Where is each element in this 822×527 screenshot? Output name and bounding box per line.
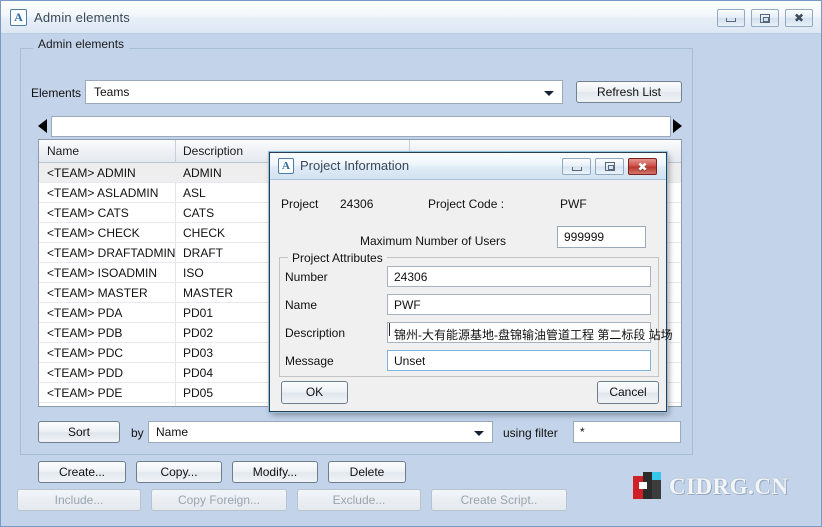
modify-button[interactable]: Modify... xyxy=(232,461,318,483)
cell-name: <TEAM> CHECK xyxy=(47,226,140,240)
sort-field-value: Name xyxy=(156,425,189,439)
sort-field-dropdown[interactable]: Name xyxy=(148,421,493,443)
cidrg-logo: CIDRG.CN xyxy=(633,470,788,502)
cidrg-logo-icon xyxy=(633,472,661,499)
project-information-dialog: A Project Information ✖ Project 24306 Pr… xyxy=(269,152,673,412)
cell-description: ISO xyxy=(183,266,204,280)
filter-input-value: * xyxy=(580,425,585,439)
column-divider[interactable] xyxy=(175,140,176,163)
max-users-input[interactable]: 999999 xyxy=(557,226,646,248)
dialog-titlebar: A Project Information ✖ xyxy=(270,153,666,180)
max-users-label: Maximum Number of Users xyxy=(360,234,507,248)
cell-description: PD03 xyxy=(183,346,214,360)
admin-elements-group-label: Admin elements xyxy=(33,37,130,51)
attribute-input-number[interactable]: 24306 xyxy=(387,266,651,287)
dialog-close-button[interactable]: ✖ xyxy=(628,158,657,175)
cell-name: <TEAM> PDB xyxy=(47,326,123,340)
dialog-maximize-button[interactable] xyxy=(595,158,624,175)
attribute-label-number: Number xyxy=(285,270,328,284)
elements-dropdown-value: Teams xyxy=(94,85,130,99)
cell-name: <TEAM> DRAFTADMIN xyxy=(47,246,176,260)
window-title: Admin elements xyxy=(34,10,131,25)
cell-description: CHECK xyxy=(183,226,226,240)
refresh-list-button[interactable]: Refresh List xyxy=(576,81,682,103)
cell-description: CATS xyxy=(183,206,215,220)
cell-name: <TEAM> MASTER xyxy=(47,286,148,300)
cell-description: PD01 xyxy=(183,306,214,320)
text-caret xyxy=(389,323,390,336)
elements-label: Elements xyxy=(31,86,82,100)
create-script-button: Create Script.. xyxy=(431,489,567,511)
cancel-button[interactable]: Cancel xyxy=(597,381,659,404)
cell-name: <TEAM> ADMIN xyxy=(47,166,136,180)
maximize-icon xyxy=(604,162,615,171)
close-button[interactable]: ✖ xyxy=(785,9,813,27)
attribute-value-name: PWF xyxy=(394,298,421,312)
maximize-icon xyxy=(760,13,770,23)
exclude-button: Exclude... xyxy=(297,489,421,511)
cell-description: ASL xyxy=(183,186,206,200)
cell-description: PD05 xyxy=(183,386,214,400)
project-attributes-group-label: Project Attributes xyxy=(288,251,387,265)
cell-description: PD04 xyxy=(183,366,214,380)
column-header-description[interactable]: Description xyxy=(183,144,243,158)
dialog-minimize-button[interactable] xyxy=(562,158,591,175)
chevron-down-icon xyxy=(544,91,554,96)
cell-name: <TEAM> PDC xyxy=(47,346,124,360)
cell-name: <TEAM> PDD xyxy=(47,366,124,380)
close-icon: ✖ xyxy=(793,11,805,25)
project-code-label: Project Code : xyxy=(428,197,505,211)
delete-button[interactable]: Delete xyxy=(328,461,406,483)
attribute-input-name[interactable]: PWF xyxy=(387,294,651,315)
sort-button[interactable]: Sort xyxy=(38,421,120,443)
chevron-down-icon xyxy=(474,431,484,436)
create-button[interactable]: Create... xyxy=(38,461,126,483)
project-code-value: PWF xyxy=(560,197,587,211)
using-filter-label: using filter xyxy=(503,426,558,440)
attribute-label-description: Description xyxy=(285,326,346,340)
app-a-icon: A xyxy=(278,158,294,174)
filter-input[interactable]: * xyxy=(573,421,681,443)
cell-description: MASTER xyxy=(183,286,234,300)
project-value: 24306 xyxy=(340,197,374,211)
attribute-value-description: 锦州-大有能源基地-盘锦输油管道工程 第二标段 站场 xyxy=(394,328,673,342)
cell-name: <TEAM> PDA xyxy=(47,306,123,320)
pager-strip xyxy=(38,116,682,137)
attribute-value-message: Unset xyxy=(394,354,426,368)
ok-button[interactable]: OK xyxy=(281,381,348,404)
attribute-label-message: Message xyxy=(285,354,334,368)
cell-name: <TEAM> PDE xyxy=(47,386,123,400)
copy-foreign-button: Copy Foreign... xyxy=(151,489,287,511)
minimize-icon xyxy=(571,166,582,171)
close-icon: ✖ xyxy=(637,159,648,174)
project-label: Project xyxy=(281,197,319,211)
cell-name: <TEAM> ASLADMIN xyxy=(47,186,159,200)
attribute-value-number: 24306 xyxy=(394,270,428,284)
arrow-left-icon[interactable] xyxy=(38,119,47,133)
maximize-button[interactable] xyxy=(751,9,779,27)
cell-description: ADMIN xyxy=(183,166,222,180)
minimize-button[interactable] xyxy=(717,9,745,27)
attribute-input-message[interactable]: Unset xyxy=(387,350,651,371)
arrow-right-icon[interactable] xyxy=(673,119,682,133)
include-button: Include... xyxy=(17,489,141,511)
max-users-value: 999999 xyxy=(564,230,605,244)
cell-description: DRAFT xyxy=(183,246,223,260)
copy-button[interactable]: Copy... xyxy=(136,461,222,483)
attribute-input-description[interactable]: 锦州-大有能源基地-盘锦输油管道工程 第二标段 站场 xyxy=(387,322,673,343)
column-header-name[interactable]: Name xyxy=(47,144,79,158)
elements-dropdown[interactable]: Teams xyxy=(85,80,563,104)
pager-field[interactable] xyxy=(51,116,671,137)
minimize-icon xyxy=(726,18,736,22)
cell-name: <TEAM> CATS xyxy=(47,206,129,220)
cidrg-logo-text: CIDRG.CN xyxy=(669,474,789,499)
app-a-icon: A xyxy=(10,9,27,26)
cell-name: <TEAM> ISOADMIN xyxy=(47,266,158,280)
attribute-label-name: Name xyxy=(285,298,318,312)
dialog-title: Project Information xyxy=(300,158,410,173)
window-titlebar: A Admin elements ✖ xyxy=(1,1,821,34)
by-label: by xyxy=(131,426,144,440)
cell-description: PD02 xyxy=(183,326,214,340)
admin-elements-window: A Admin elements ✖ Admin elements Elemen… xyxy=(0,0,822,527)
